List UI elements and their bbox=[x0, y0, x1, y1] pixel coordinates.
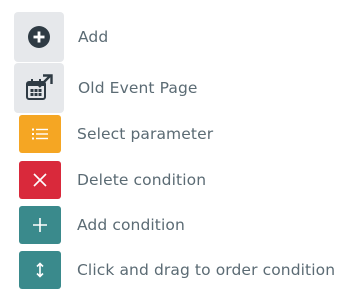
drag-order-handle[interactable] bbox=[19, 251, 61, 289]
legend-label-add-condition: Add condition bbox=[77, 216, 185, 234]
add-button[interactable] bbox=[14, 12, 64, 62]
legend-label-select-parameter: Select parameter bbox=[77, 125, 214, 143]
old-event-page-button[interactable] bbox=[14, 63, 64, 113]
close-icon bbox=[33, 173, 47, 187]
legend-item-old-event-page: Old Event Page bbox=[14, 63, 198, 113]
list-icon bbox=[32, 128, 48, 140]
add-condition-button[interactable] bbox=[19, 206, 61, 244]
plus-icon bbox=[32, 217, 48, 233]
legend-item-add-condition: Add condition bbox=[19, 206, 185, 244]
delete-condition-button[interactable] bbox=[19, 161, 61, 199]
legend-label-add: Add bbox=[78, 28, 109, 46]
legend-label-drag-order: Click and drag to order condition bbox=[77, 261, 336, 279]
calendar-external-link-icon bbox=[24, 73, 54, 103]
legend-item-select-parameter: Select parameter bbox=[19, 115, 213, 153]
legend-label-delete-condition: Delete condition bbox=[77, 171, 207, 189]
select-parameter-button[interactable] bbox=[19, 115, 61, 153]
legend-item-add: Add bbox=[14, 12, 108, 62]
plus-circle-icon bbox=[27, 25, 51, 49]
legend-item-delete-condition: Delete condition bbox=[19, 161, 206, 199]
drag-vertical-arrows-icon bbox=[35, 262, 45, 278]
legend-label-old-event-page: Old Event Page bbox=[78, 79, 198, 97]
icon-legend: Add Old Event Page Select parameter Dele… bbox=[0, 0, 344, 295]
legend-item-drag-order: Click and drag to order condition bbox=[19, 251, 335, 289]
